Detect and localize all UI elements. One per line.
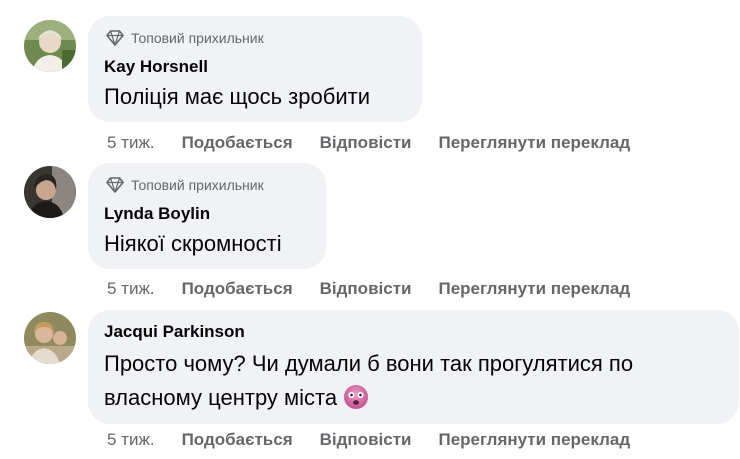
reply-button[interactable]: Відповісти [320,279,412,299]
comment-author[interactable]: Kay Horsnell [104,56,406,78]
badge-label: Топовий прихильник [131,30,264,46]
comment-actions: 5 тиж. Подобається Відповісти Переглянут… [107,132,657,154]
avatar[interactable] [24,20,76,72]
dizzy-face-emoji-icon [343,384,369,410]
comment-text: Ніякої скромності [104,231,282,256]
see-translation-button[interactable]: Переглянути переклад [438,279,630,299]
like-button[interactable]: Подобається [182,279,293,299]
comment-author[interactable]: Lynda Boylin [104,203,310,225]
comment-bubble: Jacqui Parkinson Просто чому? Чи думали … [88,310,739,424]
comment-text-segment: власному центру міста [104,385,338,410]
see-translation-button[interactable]: Переглянути переклад [438,133,630,153]
comment-text-line: Просто чому? Чи думали б вони так прогул… [104,351,634,376]
comment-actions: 5 тиж. Подобається Відповісти Переглянут… [107,429,657,451]
timestamp[interactable]: 5 тиж. [107,133,155,153]
reply-button[interactable]: Відповісти [320,430,412,450]
reply-button[interactable]: Відповісти [320,133,412,153]
comment-text: Просто чому? Чи думали б вони так прогул… [104,347,723,415]
see-translation-button[interactable]: Переглянути переклад [438,430,630,450]
timestamp[interactable]: 5 тиж. [107,279,155,299]
comment-actions: 5 тиж. Подобається Відповісти Переглянут… [107,278,657,300]
timestamp[interactable]: 5 тиж. [107,430,155,450]
avatar[interactable] [24,166,76,218]
comment-text: Поліція має щось зробити [104,84,370,109]
like-button[interactable]: Подобається [182,430,293,450]
like-button[interactable]: Подобається [182,133,293,153]
top-fan-badge: Топовий прихильник [104,28,406,48]
avatar[interactable] [24,312,76,364]
comment-bubble: Топовий прихильник Lynda Boylin Ніякої с… [88,163,326,269]
diamond-icon [106,177,124,194]
diamond-icon [106,30,124,47]
comment-author[interactable]: Jacqui Parkinson [104,321,723,343]
comment-text-line: власному центру міста [104,381,723,415]
top-fan-badge: Топовий прихильник [104,175,310,195]
badge-label: Топовий прихильник [131,177,264,193]
comment-bubble: Топовий прихильник Kay Horsnell Поліція … [88,16,422,122]
